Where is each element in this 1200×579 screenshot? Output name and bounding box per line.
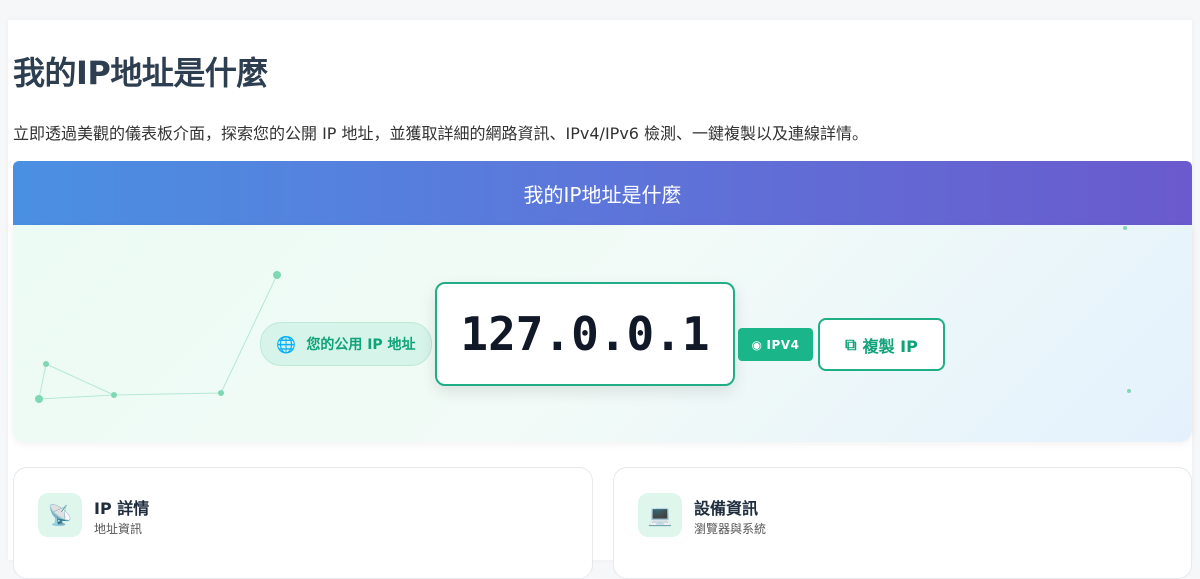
card-subtitle: 地址資訊: [94, 522, 143, 536]
banner-title: 我的IP地址是什麼: [523, 182, 682, 207]
public-ip-label: 🌐 您的公用 IP 地址: [260, 322, 432, 366]
globe-icon: 🌐: [276, 334, 297, 354]
laptop-icon: 💻: [638, 493, 682, 537]
page-container: 我的IP地址是什麼 立即透過美觀的儀表板介面，探索您的公開 IP 地址，並獲取詳…: [8, 20, 1192, 579]
copy-ip-button-label: 複製 IP: [862, 336, 918, 356]
copy-ip-button[interactable]: ⧉ 複製 IP: [818, 318, 945, 371]
ip-version-badge: ◉ IPV4: [738, 328, 813, 361]
ip-hero-panel: 🌐 您的公用 IP 地址 127.0.0.1 ◉ IPV4 ⧉ 複製 IP: [13, 225, 1192, 442]
card-subtitle: 瀏覽器與系統: [694, 522, 767, 536]
copy-icon: ⧉: [845, 334, 857, 354]
satellite-antenna-icon: 📡: [38, 493, 82, 537]
ip-version-text: IPV4: [766, 337, 800, 352]
radio-dot-icon: ◉: [751, 337, 763, 352]
ip-details-card: 📡 IP 詳情 地址資訊: [13, 467, 593, 579]
ip-address-display: 127.0.0.1: [435, 282, 735, 386]
card-title: IP 詳情: [94, 499, 150, 518]
page-title: 我的IP地址是什麼: [13, 54, 268, 92]
header-banner: 我的IP地址是什麼: [13, 161, 1192, 225]
ip-address-value: 127.0.0.1: [460, 307, 710, 361]
page-description: 立即透過美觀的儀表板介面，探索您的公開 IP 地址，並獲取詳細的網路資訊、IPv…: [13, 124, 869, 143]
device-info-card: 💻 設備資訊 瀏覽器與系統: [613, 467, 1192, 579]
card-title: 設備資訊: [694, 499, 759, 518]
public-ip-label-text: 您的公用 IP 地址: [306, 337, 416, 353]
